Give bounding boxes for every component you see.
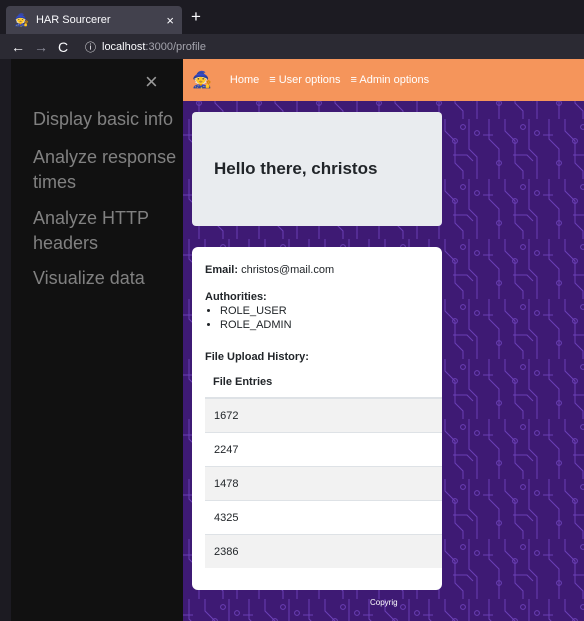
authorities-label: Authorities: [205, 291, 267, 303]
back-icon[interactable]: ← [11, 39, 25, 55]
tab-title: HAR Sourcerer [35, 14, 111, 26]
greeting-card: Hello there, christos [192, 112, 442, 226]
browser-tab-bar: 🧙 HAR Sourcerer × + [0, 0, 584, 34]
sidebar-item-analyze-response-times[interactable]: Analyze response times [33, 145, 178, 195]
sidebar: × Display basic info Analyze response ti… [11, 59, 183, 621]
table-row: 4325 [205, 500, 442, 535]
sidebar-close-icon[interactable]: × [145, 71, 158, 93]
sidebar-item-display-basic-info[interactable]: Display basic info [33, 107, 178, 132]
nav-home-link[interactable]: Home [230, 74, 259, 86]
url-host: localhost [102, 40, 146, 53]
table-cell: 1672 [205, 397, 442, 433]
footer-copyright: Copyrig [370, 598, 398, 607]
table-cell: 1478 [205, 466, 442, 501]
authority-item: ROLE_USER [220, 304, 292, 318]
tab-close-icon[interactable]: × [166, 13, 174, 28]
site-info-icon[interactable]: ⓘ [85, 39, 96, 55]
nav-admin-options-menu[interactable]: ≡ Admin options [351, 74, 430, 86]
email-line: Email: christos@mail.com [205, 264, 334, 276]
authorities-list: ROLE_USER ROLE_ADMIN [205, 304, 292, 332]
profile-info-card: Email: christos@mail.com Authorities: RO… [192, 247, 442, 590]
new-tab-button[interactable]: + [191, 7, 201, 27]
url-bar[interactable]: localhost:3000/profile [102, 41, 206, 53]
email-label: Email: [205, 264, 239, 276]
sidebar-item-visualize-data[interactable]: Visualize data [33, 266, 178, 291]
forward-icon[interactable]: → [34, 39, 48, 55]
url-path: :3000/profile [145, 40, 206, 53]
top-navbar: 🧙 Home ≡ User options ≡ Admin options [183, 59, 584, 101]
table-cell: 2386 [205, 534, 442, 568]
table-row: 1672 [205, 397, 442, 433]
sidebar-item-analyze-http-headers[interactable]: Analyze HTTP headers [33, 206, 178, 256]
wizard-logo-icon[interactable]: 🧙 [192, 70, 212, 90]
reload-icon[interactable]: C [57, 39, 69, 55]
upload-history-label: File Upload History: [205, 351, 309, 363]
table-row: 1478 [205, 466, 442, 501]
wizard-favicon-icon: 🧙 [14, 13, 29, 27]
table-cell: 4325 [205, 500, 442, 535]
page: × Display basic info Analyze response ti… [0, 59, 584, 621]
file-entries-table: File Entries 1672 2247 1478 4325 2386 [205, 366, 442, 568]
table-row: 2247 [205, 432, 442, 467]
nav-user-options-menu[interactable]: ≡ User options [269, 74, 340, 86]
authority-item: ROLE_ADMIN [220, 318, 292, 332]
browser-tab[interactable]: 🧙 HAR Sourcerer × [6, 6, 182, 34]
table-header-file-entries: File Entries [205, 366, 442, 399]
greeting-text: Hello there, christos [214, 159, 378, 178]
email-value: christos@mail.com [241, 264, 335, 276]
browser-nav-bar: ← → C ⓘ localhost:3000/profile [0, 34, 584, 59]
table-cell: 2247 [205, 432, 442, 467]
table-row: 2386 [205, 534, 442, 568]
